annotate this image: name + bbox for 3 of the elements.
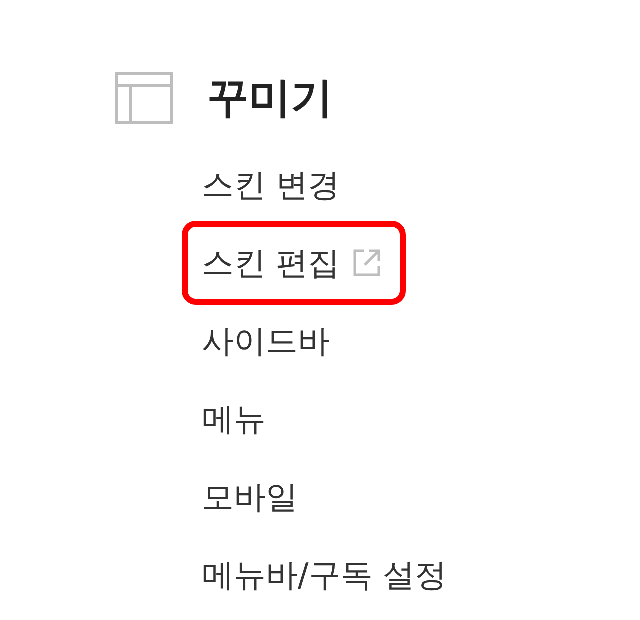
layout-icon <box>115 72 173 124</box>
section-title: 꾸미기 <box>207 77 333 119</box>
menu-item[interactable]: 스킨 편집 <box>182 221 406 305</box>
